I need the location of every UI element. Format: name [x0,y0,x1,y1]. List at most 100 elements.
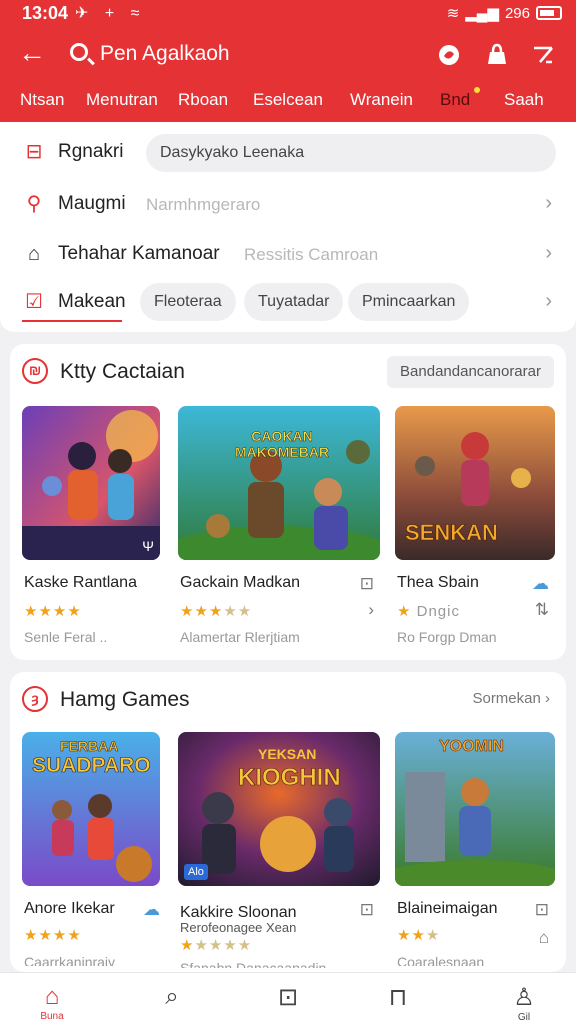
game-card[interactable]: YOOMIN Blaineimaigan ★★★ Coaralesnaan ⊡ … [395,732,555,966]
user-icon: ♙ [513,984,535,1011]
filter-label: Tehahar Kamanoar [58,243,220,264]
tab-4[interactable]: Wranein [350,90,413,110]
game-rating: ★★★★★ [180,602,252,620]
search-query[interactable]: Pen Agalkaoh [100,42,230,66]
tab-0[interactable]: Ntsan [20,90,64,110]
game-thumbnail[interactable]: Ψ [22,406,160,560]
game-name: Kaske Rantlana [24,574,137,591]
nav-home[interactable]: ⌂ Buna [32,983,72,1022]
game-subtitle: Caarrkaninraiy [24,954,116,966]
tab-6[interactable]: Saah [504,90,544,110]
game-thumbnail[interactable]: CAOKAN MAKOMEBAR [178,406,380,560]
rating-filled: ★★ [397,927,426,944]
status-icons-right: ≋ ▂▄▆ 296 [447,4,562,22]
nav-search[interactable]: ⌕ [152,983,192,1011]
game-title-art: SUADPARO [32,754,151,778]
game-card[interactable]: SENKAN Thea Sbain ★ Dngic Ro Forgp Dman … [395,406,555,645]
bag-icon[interactable] [484,42,510,68]
status-time: 13:04 [22,3,69,23]
game-rating: ★ Dngic [397,602,460,620]
rating-filled: ★ [397,603,412,620]
tab-5[interactable]: Bnd [440,87,480,110]
game-title-top: YEKSAN [258,746,317,762]
share-icon[interactable] [530,42,556,68]
house-icon: ⌂ [27,243,41,265]
game-title-top: FERBAA [60,738,119,755]
swirl-icon[interactable] [436,42,462,68]
filter-chip[interactable]: Pmincaarkan [348,283,470,321]
filter-input[interactable]: Dasykyako Leenaka [146,134,556,172]
save-icon[interactable]: ⊡ [535,900,549,920]
nav-play[interactable]: ⊡ [268,983,308,1012]
game-thumbnail[interactable]: SENKAN [395,406,555,560]
bottom-navigation: ⌂ Buna ⌕ ⊡ ⊓ ♙ Gil [0,972,576,1024]
section-button[interactable]: Bandandancanorarar [387,356,554,388]
nav-profile[interactable]: ♙ Gil [504,983,544,1023]
see-more-link[interactable]: Sormekan › [472,690,550,707]
section-games: ȝ Hamg Games Sormekan › FERBAA SUADPARO … [10,672,566,972]
rating-filled: ★ [180,937,195,954]
filter-chip[interactable]: Tuyatadar [244,283,344,321]
save-icon[interactable]: ⊡ [360,574,374,594]
save-icon[interactable]: ⊡ [360,900,374,920]
location-icon: ⚲ [26,193,42,215]
game-thumbnail[interactable]: FERBAA SUADPARO [22,732,160,886]
wallet-icon: ⊟ [25,141,43,163]
cloud-icon[interactable]: ☁ [143,900,160,920]
nav-library[interactable]: ⊓ [378,983,418,1012]
category-tabs: Ntsan Menutran Rboan Eselcean Wranein Bn… [0,86,576,118]
game-card[interactable]: FERBAA SUADPARO Anore Ikekar ★★★★ Caarrk… [22,732,162,966]
game-thumbnail[interactable]: YEKSAN KIOGHIN Alo [178,732,380,886]
filter-label: Maugmi [58,193,126,214]
rating-empty: ★★★★ [194,937,253,954]
game-subtitle: Senle Feral .. [24,629,108,645]
section-icon: ₪ [22,358,48,384]
game-name: Thea Sbain [397,574,479,591]
sort-icon[interactable]: ⇅ [535,600,549,620]
filter-label: Makean [58,291,126,312]
tab-1[interactable]: Menutran [86,90,158,110]
tab-3[interactable]: Eselcean [253,90,323,110]
chevron-right-icon: › [545,290,552,312]
filter-chip[interactable]: Fleoteraa [140,283,236,321]
chevron-right-icon[interactable]: › [368,600,374,620]
chevron-right-icon: › [545,242,552,264]
game-badge: Ψ [142,538,154,554]
back-arrow-icon[interactable]: ← [18,38,46,68]
active-underline [22,320,122,322]
filter-row-1[interactable]: ⚲ Maugmi Narmhmgeraro › [0,180,576,228]
game-thumbnail[interactable]: YOOMIN [395,732,555,886]
game-card[interactable]: CAOKAN MAKOMEBAR Gackain Madkan ★★★★★ Al… [178,406,382,645]
filter-card: ⊟ Rgnakri Dasykyako Leenaka ⚲ Maugmi Nar… [0,122,576,332]
game-name-secondary: Rerofeonagee Xean [180,920,297,935]
cloud-icon[interactable]: ☁ [532,574,549,594]
game-card[interactable]: Ψ Kaske Rantlana ★★★★ Senle Feral .. [22,406,162,645]
game-subtitle: Sfanabn Danacaanadin [180,960,327,968]
game-name: Anore Ikekar [24,900,115,917]
chevron-right-icon: › [545,192,552,214]
game-card[interactable]: YEKSAN KIOGHIN Alo Kakkire Sloonan Rerof… [178,732,382,968]
home-icon: ⌂ [44,983,60,1010]
filter-label: Rgnakri [58,141,124,162]
wifi-icon: ≋ [446,5,460,22]
filter-row-2[interactable]: ⌂ Tehahar Kamanoar Ressitis Camroan › [0,230,576,278]
section-featured: ₪ Ktty Cactaian Bandandancanorarar Ψ Kas… [10,344,566,660]
lock-icon[interactable]: ⌂ [539,928,549,948]
filter-row-3[interactable]: ☑ Makean Fleoteraa Tuyatadar Pmincaarkan… [0,278,576,326]
battery-icon [536,6,562,20]
game-rating: ★★★ [397,926,440,944]
section-icon: ȝ [22,686,48,712]
game-subtitle: Ro Forgp Dman [397,629,497,645]
notification-dot [474,87,480,93]
game-name: Blaineimaigan [397,900,498,917]
search-icon [70,43,88,61]
signal-icon: ▂▄▆ [465,5,499,22]
search-icon: ⌕ [165,983,179,1010]
game-subtitle: Coaralesnaan [397,954,485,966]
search-bar[interactable]: ← Pen Agalkaoh [0,34,576,78]
nav-home-label: Buna [40,1011,64,1022]
tab-2[interactable]: Rboan [178,90,228,110]
filter-row-0[interactable]: ⊟ Rgnakri Dasykyako Leenaka [0,128,576,176]
rating-empty: ★ [425,927,441,944]
game-rating: ★★★★ [24,603,82,620]
